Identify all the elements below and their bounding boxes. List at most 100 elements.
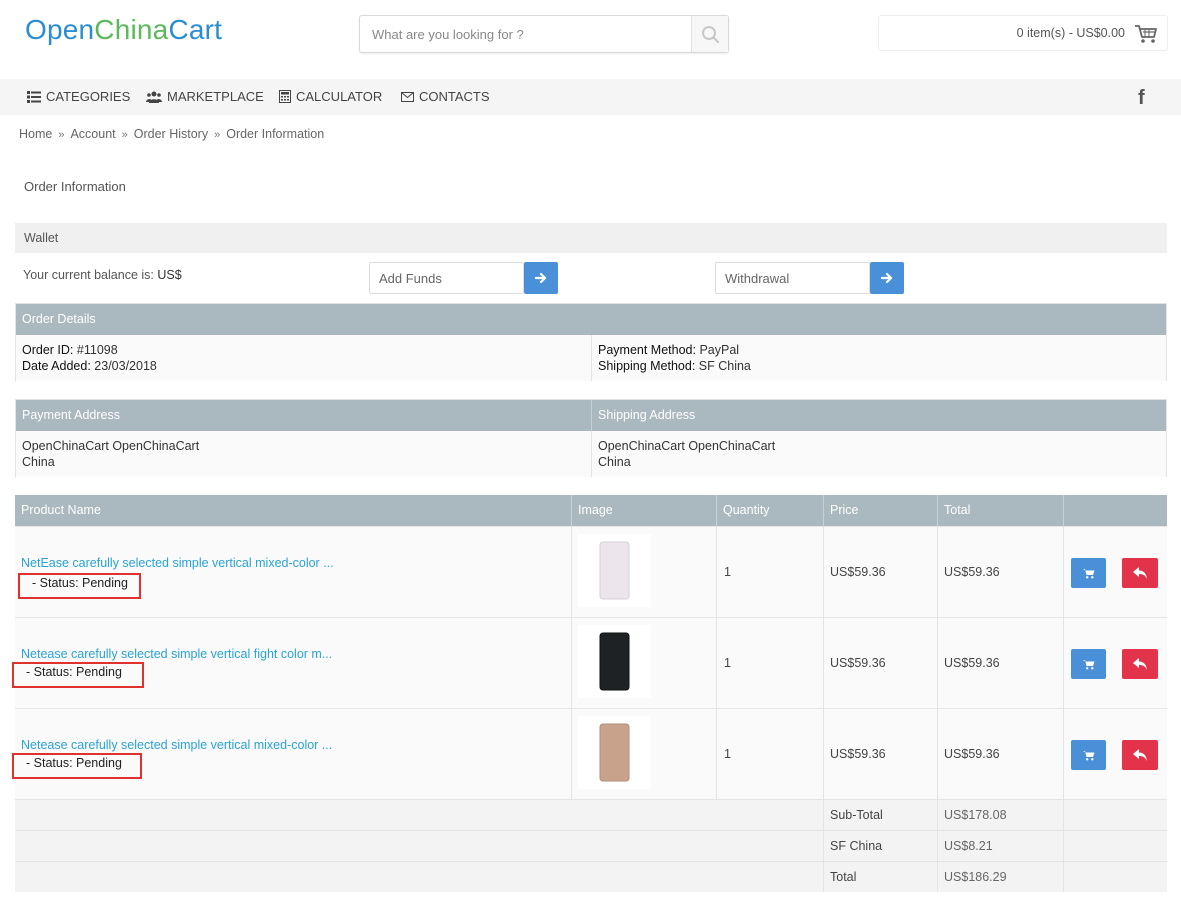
- breadcrumb-order-history[interactable]: Order History: [134, 127, 208, 141]
- product-quantity: 1: [724, 565, 731, 579]
- product-price: US$59.36: [830, 747, 886, 761]
- logo-part-cart: Cart: [168, 14, 223, 45]
- payment-method-value: PayPal: [699, 343, 740, 357]
- product-image[interactable]: [578, 534, 651, 607]
- product-total: US$59.36: [944, 747, 1000, 761]
- nav-categories-label: CATEGORIES: [46, 89, 131, 104]
- column-divider: [823, 495, 824, 526]
- shipping-address-country: China: [598, 455, 631, 469]
- column-divider: [823, 831, 824, 861]
- column-divider: [571, 709, 572, 799]
- products-header: Product Name Image Quantity Price Total: [15, 495, 1167, 526]
- column-header-product-name: Product Name: [21, 503, 101, 517]
- product-price: US$59.36: [830, 565, 886, 579]
- reply-icon: [1133, 658, 1147, 670]
- product-status: - Status: Pending: [18, 573, 141, 599]
- subtotal-label: Sub-Total: [830, 808, 883, 822]
- total-row: Total US$186.29: [15, 861, 1167, 892]
- product-name-link[interactable]: Netease carefully selected simple vertic…: [21, 738, 332, 752]
- column-divider: [1063, 862, 1064, 892]
- page-title: Order Information: [24, 179, 126, 194]
- column-divider: [716, 527, 717, 617]
- breadcrumb-separator: »: [214, 129, 221, 141]
- wallet-product-image: [599, 723, 630, 782]
- logo-part-china: China: [94, 14, 169, 45]
- column-divider: [571, 495, 572, 526]
- column-divider: [591, 400, 592, 431]
- add-funds-button[interactable]: [524, 262, 558, 294]
- order-id-line: Order ID: #11098 Date Added: 23/03/2018: [22, 342, 157, 374]
- return-button[interactable]: [1122, 740, 1158, 770]
- calculator-icon: [279, 90, 291, 103]
- nav-contacts[interactable]: CONTACTS: [401, 89, 490, 104]
- product-quantity: 1: [724, 747, 731, 761]
- total-label: Total: [830, 870, 857, 884]
- products-table: Product Name Image Quantity Price Total …: [12, 495, 1167, 892]
- facebook-icon[interactable]: f: [1138, 87, 1145, 110]
- shopping-cart-icon: [1082, 659, 1094, 669]
- reply-icon: [1133, 567, 1147, 579]
- order-details-body: Order ID: #11098 Date Added: 23/03/2018 …: [16, 335, 1166, 381]
- column-divider: [823, 862, 824, 892]
- column-divider: [571, 618, 572, 708]
- shopping-cart-icon: [1082, 750, 1094, 760]
- reorder-button[interactable]: [1071, 649, 1106, 679]
- nav-calculator[interactable]: CALCULATOR: [279, 89, 382, 104]
- product-name-link[interactable]: Netease carefully selected simple vertic…: [21, 647, 332, 661]
- order-details-table: Order Details Order ID: #11098 Date Adde…: [15, 303, 1167, 381]
- product-image[interactable]: [578, 716, 651, 789]
- add-funds-input[interactable]: [369, 262, 524, 294]
- nav-categories[interactable]: CATEGORIES: [27, 89, 130, 104]
- withdrawal-input[interactable]: [715, 262, 870, 294]
- payment-address-heading: Payment Address: [22, 408, 120, 422]
- column-divider: [937, 800, 938, 830]
- breadcrumb-account[interactable]: Account: [70, 127, 115, 141]
- column-divider: [716, 709, 717, 799]
- site-logo[interactable]: OpenChinaCart: [25, 14, 222, 46]
- search-input[interactable]: [360, 16, 692, 52]
- search-button[interactable]: [691, 16, 728, 52]
- reorder-button[interactable]: [1071, 740, 1106, 770]
- product-status: - Status: Pending: [12, 753, 142, 779]
- shipping-method-value: SF China: [698, 359, 751, 373]
- return-button[interactable]: [1122, 558, 1158, 588]
- nav-marketplace[interactable]: MARKETPLACE: [146, 89, 264, 104]
- column-divider: [823, 709, 824, 799]
- total-value: US$186.29: [944, 870, 1007, 884]
- withdrawal-button[interactable]: [870, 262, 904, 294]
- column-divider: [1063, 527, 1064, 617]
- shipping-address-name: OpenChinaCart OpenChinaCart: [598, 439, 776, 453]
- product-status: - Status: Pending: [12, 662, 144, 688]
- column-divider: [591, 431, 592, 477]
- column-divider: [937, 495, 938, 526]
- cart-button[interactable]: 0 item(s) - US$0.00: [878, 15, 1168, 51]
- column-header-total: Total: [944, 503, 971, 517]
- search-icon: [702, 26, 720, 44]
- date-added-label: Date Added:: [22, 359, 91, 373]
- logo-part-open: Open: [25, 14, 95, 45]
- nav-contacts-label: CONTACTS: [419, 89, 490, 104]
- product-row: Netease carefully selected simple vertic…: [12, 708, 1167, 799]
- return-button[interactable]: [1122, 649, 1158, 679]
- breadcrumb-order-information[interactable]: Order Information: [226, 127, 324, 141]
- wallet-product-image: [599, 632, 630, 691]
- reorder-button[interactable]: [1071, 558, 1106, 588]
- payment-address: OpenChinaCart OpenChinaCart China: [22, 438, 199, 470]
- shopping-cart-icon: [1135, 25, 1157, 43]
- column-divider: [716, 618, 717, 708]
- shipping-cost-label: SF China: [830, 839, 883, 853]
- wallet-heading: Wallet: [15, 223, 1167, 253]
- product-quantity: 1: [724, 656, 731, 670]
- column-header-quantity: Quantity: [723, 503, 770, 517]
- column-header-price: Price: [830, 503, 859, 517]
- product-row: Netease carefully selected simple vertic…: [12, 617, 1167, 708]
- product-price: US$59.36: [830, 656, 886, 670]
- users-icon: [146, 91, 162, 103]
- product-image[interactable]: [578, 625, 651, 698]
- nav-marketplace-label: MARKETPLACE: [167, 89, 264, 104]
- breadcrumb-home[interactable]: Home: [19, 127, 52, 141]
- column-divider: [937, 618, 938, 708]
- product-name-link[interactable]: NetEase carefully selected simple vertic…: [21, 556, 334, 570]
- column-divider: [1063, 800, 1064, 830]
- cart-summary: 0 item(s) - US$0.00: [1016, 26, 1125, 40]
